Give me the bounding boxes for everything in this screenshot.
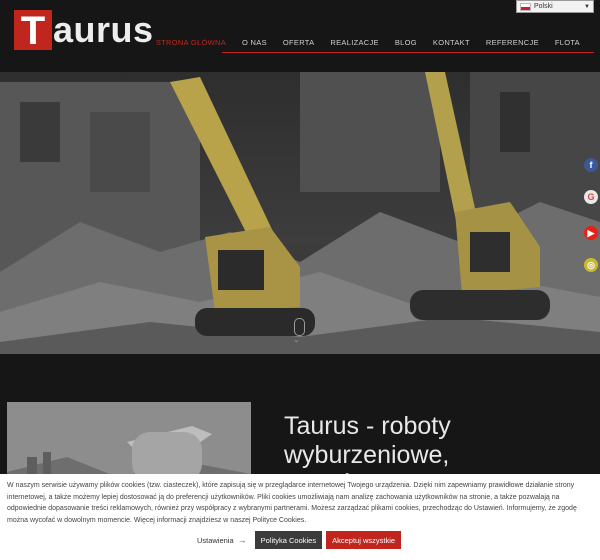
nav-contact[interactable]: KONTAKT	[425, 38, 478, 47]
language-selected: Polski	[534, 3, 553, 10]
poland-flag-icon	[520, 2, 531, 11]
accept-all-button[interactable]: Akceptuj wszystkie	[326, 531, 402, 549]
demolition-photo	[0, 72, 600, 354]
nav-about[interactable]: O NAS	[234, 38, 275, 47]
language-select[interactable]: Polski ▼	[516, 0, 594, 13]
cookie-actions: Ustawienia → Polityka Cookies Akceptuj w…	[0, 531, 600, 549]
logo-letter: T	[14, 10, 52, 52]
hero-image: ⌄	[0, 72, 600, 354]
cookie-text: W naszym serwisie używamy plików cookies…	[7, 482, 577, 524]
nav-projects[interactable]: REALIZACJE	[322, 38, 386, 47]
site-header: T aurus Polski ▼ STRONA GŁÓWNA O NAS OFE…	[0, 0, 600, 72]
chevron-down-icon: ▼	[584, 3, 590, 10]
nav-offer[interactable]: OFERTA	[275, 38, 323, 47]
settings-label: Ustawienia	[196, 535, 234, 545]
logo-text: aurus	[53, 9, 154, 50]
facebook-icon[interactable]: f	[584, 158, 598, 172]
scroll-mouse-icon[interactable]	[294, 318, 305, 336]
instagram-icon[interactable]: ◎	[584, 258, 598, 272]
arrow-right-icon: →	[237, 535, 247, 545]
nav-divider	[222, 52, 594, 53]
nav-home[interactable]: STRONA GŁÓWNA	[148, 38, 234, 47]
scroll-down-icon[interactable]: ⌄	[293, 336, 300, 344]
google-icon[interactable]: G	[584, 190, 598, 204]
nav-references[interactable]: REFERENCJE	[478, 38, 547, 47]
cookie-policy-button[interactable]: Polityka Cookies	[254, 531, 323, 549]
nav-fleet[interactable]: FLOTA	[547, 38, 588, 47]
youtube-icon[interactable]: ▶	[584, 226, 598, 240]
nav-blog[interactable]: BLOG	[387, 38, 425, 47]
main-nav: STRONA GŁÓWNA O NAS OFERTA REALIZACJE BL…	[148, 38, 588, 47]
taurus-logo[interactable]: T aurus	[14, 9, 154, 52]
cookie-settings-link[interactable]: Ustawienia →	[197, 535, 247, 545]
